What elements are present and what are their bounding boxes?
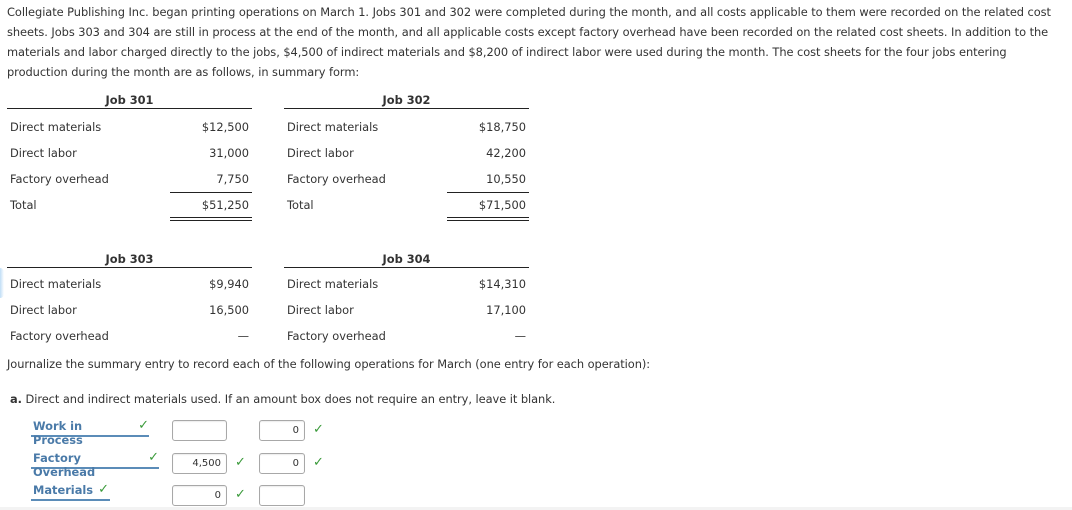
row-value: $9,940 [209, 277, 249, 291]
table-row: Direct labor 16,500 [7, 297, 252, 323]
row-label: Factory overhead [10, 329, 109, 343]
row-value: $18,750 [478, 120, 526, 134]
check-icon: ✓ [235, 455, 246, 470]
total-row: Total $51,250 [7, 192, 252, 221]
check-icon: ✓ [313, 455, 324, 470]
row-value: 7,750 [216, 172, 249, 186]
account-select-factory-overhead[interactable]: Factory Overhead ✓ [31, 450, 159, 479]
row-label: Direct labor [287, 303, 354, 317]
account-select-work-in-process[interactable]: Work in Process ✓ [31, 418, 149, 447]
row-value: $14,310 [478, 277, 526, 291]
debit-input[interactable] [172, 420, 227, 441]
account-select-materials[interactable]: Materials ✓ [31, 483, 110, 501]
job-304-cost-sheet: Job 304 Direct materials $14,310 Direct … [284, 250, 529, 349]
row-value: 16,500 [209, 303, 249, 317]
journalize-prompt: Journalize the summary entry to record e… [7, 357, 651, 371]
row-label: Direct materials [10, 120, 102, 134]
subtotal-rule [447, 192, 529, 193]
row-value: $71,500 [478, 198, 526, 212]
total-double-rule [170, 217, 252, 221]
table-row: Direct labor 17,100 [284, 297, 529, 323]
table-row: Factory overhead — [284, 323, 529, 349]
row-label: Direct labor [10, 303, 77, 317]
row-value: 31,000 [209, 146, 249, 160]
row-label: Factory overhead [10, 172, 109, 186]
credit-input[interactable] [259, 485, 305, 506]
debit-input[interactable] [172, 453, 227, 474]
total-row: Total $71,500 [284, 192, 529, 221]
row-label: Factory overhead [287, 172, 386, 186]
row-value: $12,500 [201, 120, 249, 134]
credit-input[interactable] [259, 420, 305, 441]
row-label: Direct materials [287, 277, 379, 291]
row-label: Direct labor [287, 146, 354, 160]
row-label: Direct materials [287, 120, 379, 134]
table-row: Direct materials $14,310 [284, 271, 529, 297]
table-row: Direct materials $12,500 [7, 114, 252, 140]
focus-glow [0, 268, 4, 298]
table-row: Direct labor 42,200 [284, 140, 529, 166]
table-row: Factory overhead 10,550 [284, 166, 529, 192]
part-a-instruction: a. Direct and indirect materials used. I… [10, 392, 555, 406]
part-text: Direct and indirect materials used. If a… [25, 392, 556, 406]
job-title: Job 302 [284, 91, 529, 109]
row-value: 17,100 [486, 303, 526, 317]
credit-input[interactable] [259, 453, 305, 474]
job-title: Job 301 [7, 91, 252, 109]
check-icon: ✓ [235, 487, 246, 502]
debit-input[interactable] [172, 485, 227, 506]
subtotal-rule [170, 192, 252, 193]
account-name: Work in Process [33, 419, 83, 447]
job-302-cost-sheet: Job 302 Direct materials $18,750 Direct … [284, 91, 529, 221]
row-label: Total [287, 198, 314, 212]
row-label: Direct materials [10, 277, 102, 291]
row-value: — [514, 329, 526, 343]
table-row: Direct materials $9,940 [7, 271, 252, 297]
row-label: Factory overhead [287, 329, 386, 343]
row-label: Direct labor [10, 146, 77, 160]
problem-intro: Collegiate Publishing Inc. began printin… [7, 5, 1051, 79]
table-row: Factory overhead 7,750 [7, 166, 252, 192]
row-value: 10,550 [486, 172, 526, 186]
table-row: Direct materials $18,750 [284, 114, 529, 140]
row-label: Total [10, 198, 37, 212]
account-name: Materials [33, 483, 94, 497]
job-303-cost-sheet: Job 303 Direct materials $9,940 Direct l… [7, 250, 252, 349]
job-301-cost-sheet: Job 301 Direct materials $12,500 Direct … [7, 91, 252, 221]
check-icon: ✓ [313, 422, 324, 437]
job-title: Job 303 [7, 250, 252, 268]
part-letter: a. [10, 392, 22, 406]
total-double-rule [447, 217, 529, 221]
table-row: Factory overhead — [7, 323, 252, 349]
check-icon: ✓ [138, 418, 149, 433]
check-icon: ✓ [148, 450, 159, 465]
table-row: Direct labor 31,000 [7, 140, 252, 166]
job-title: Job 304 [284, 250, 529, 268]
row-value: $51,250 [201, 198, 249, 212]
account-name: Factory Overhead [33, 451, 96, 479]
check-icon: ✓ [98, 482, 109, 497]
row-value: — [237, 329, 249, 343]
row-value: 42,200 [486, 146, 526, 160]
